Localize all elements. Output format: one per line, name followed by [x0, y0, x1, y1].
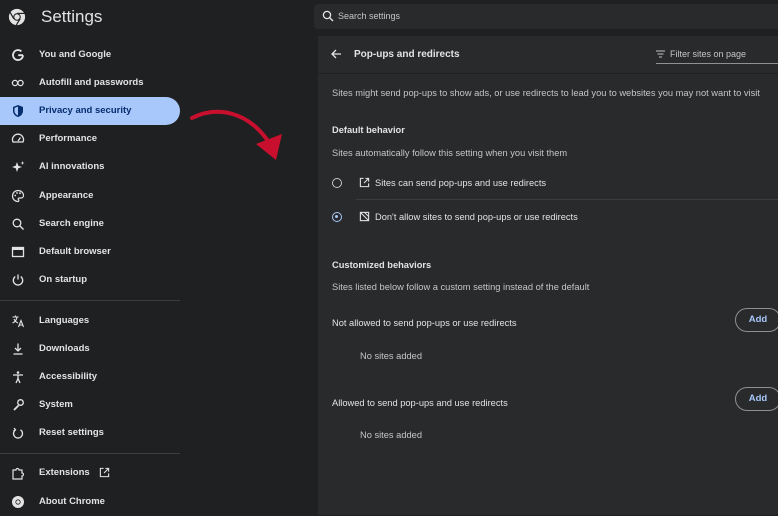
sidebar-item-label: Privacy and security	[39, 105, 132, 116]
sidebar-item-label: Search engine	[39, 218, 104, 229]
sidebar-item-label: Languages	[39, 315, 90, 326]
sidebar-item-label: Autofill and passwords	[39, 77, 144, 88]
sparkle-icon	[12, 161, 25, 172]
empty-list-text: No sites added	[360, 430, 423, 440]
chrome-logo-icon	[8, 8, 26, 26]
add-allowed-button[interactable]: Add	[735, 387, 778, 411]
shield-icon	[13, 105, 23, 117]
customized-behaviors-subtext: Sites listed below follow a custom setti…	[332, 282, 590, 292]
filter-sites-input[interactable]: Filter sites on page	[656, 47, 778, 64]
sidebar: You and Google Autofill and passwords Pr…	[0, 36, 187, 515]
top-bar: Settings Search settings	[0, 0, 778, 36]
sidebar-item-label: Appearance	[39, 190, 94, 201]
download-icon	[13, 343, 23, 355]
sidebar-item-label: Reset settings	[39, 427, 104, 438]
allowed-section-label: Allowed to send pop-ups and use redirect…	[332, 398, 508, 408]
sidebar-item-label: AI innovations	[39, 161, 105, 172]
filter-placeholder: Filter sites on page	[670, 49, 747, 59]
sidebar-item-you-and-google[interactable]: You and Google	[0, 41, 180, 69]
power-icon	[12, 274, 24, 286]
reset-icon	[12, 427, 24, 439]
translate-icon	[12, 315, 25, 328]
sidebar-item-label: About Chrome	[39, 496, 105, 507]
sidebar-item-privacy-and-security[interactable]: Privacy and security	[0, 97, 180, 125]
wrench-icon	[13, 399, 24, 411]
sidebar-item-label: You and Google	[39, 49, 112, 60]
intro-text: Sites might send pop-ups to show ads, or…	[332, 88, 760, 98]
sidebar-item-system[interactable]: System	[0, 391, 180, 419]
not-allowed-section-label: Not allowed to send pop-ups or use redir…	[332, 318, 517, 328]
open-in-new-icon	[99, 467, 110, 478]
sidebar-item-appearance[interactable]: Appearance	[0, 182, 180, 210]
default-behavior-subtext: Sites automatically follow this setting …	[332, 148, 568, 158]
sidebar-item-search-engine[interactable]: Search engine	[0, 210, 180, 238]
filter-icon	[656, 50, 665, 58]
sidebar-item-languages[interactable]: Languages	[0, 307, 180, 335]
sidebar-item-extensions[interactable]: Extensions	[0, 459, 180, 487]
sidebar-item-performance[interactable]: Performance	[0, 125, 180, 153]
sidebar-item-on-startup[interactable]: On startup	[0, 266, 180, 294]
sidebar-item-label: System	[39, 399, 73, 410]
header-divider	[318, 73, 778, 74]
page-title: Pop-ups and redirects	[354, 49, 460, 60]
radio-button-selected[interactable]	[332, 212, 342, 222]
palette-icon	[11, 189, 25, 203]
customized-behaviors-heading: Customized behaviors	[332, 260, 432, 270]
google-icon	[12, 49, 24, 61]
search-placeholder: Search settings	[338, 11, 401, 21]
sidebar-item-label: On startup	[39, 274, 88, 285]
option-divider	[356, 199, 778, 200]
radio-option-label: Don't allow sites to send pop-ups or use…	[375, 212, 578, 222]
popup-blocked-icon	[359, 211, 370, 222]
search-icon	[322, 10, 334, 22]
sidebar-item-label: Downloads	[39, 343, 90, 354]
key-icon	[11, 79, 24, 87]
main-panel: Pop-ups and redirects Filter sites on pa…	[318, 36, 778, 515]
sidebar-item-default-browser[interactable]: Default browser	[0, 238, 180, 266]
sidebar-item-reset-settings[interactable]: Reset settings	[0, 419, 180, 447]
sidebar-item-downloads[interactable]: Downloads	[0, 335, 180, 363]
app-title: Settings	[41, 7, 103, 26]
back-arrow-icon[interactable]	[330, 48, 342, 60]
sidebar-divider	[0, 453, 180, 454]
sidebar-item-autofill[interactable]: Autofill and passwords	[0, 69, 180, 97]
search-icon	[12, 218, 24, 230]
sidebar-item-label: Performance	[39, 133, 98, 144]
add-not-allowed-button[interactable]: Add	[735, 308, 778, 332]
radio-button[interactable]	[332, 178, 342, 188]
sidebar-item-label: Accessibility	[39, 371, 98, 382]
search-input[interactable]: Search settings	[314, 4, 778, 29]
open-in-new-icon	[359, 177, 370, 188]
sidebar-item-ai-innovations[interactable]: AI innovations	[0, 153, 180, 181]
chrome-icon	[12, 496, 24, 508]
sidebar-divider	[0, 300, 180, 301]
browser-icon	[11, 246, 25, 258]
speedometer-icon	[11, 133, 25, 143]
sidebar-item-label: Extensions	[39, 467, 90, 478]
accessibility-icon	[13, 371, 23, 384]
empty-list-text: No sites added	[360, 351, 423, 361]
radio-option-label: Sites can send pop-ups and use redirects	[375, 178, 547, 188]
sidebar-item-about-chrome[interactable]: About Chrome	[0, 488, 180, 516]
annotation-arrow	[190, 109, 282, 160]
sidebar-item-label: Default browser	[39, 246, 111, 257]
default-behavior-heading: Default behavior	[332, 125, 405, 135]
puzzle-icon	[12, 467, 25, 480]
sidebar-item-accessibility[interactable]: Accessibility	[0, 363, 180, 391]
